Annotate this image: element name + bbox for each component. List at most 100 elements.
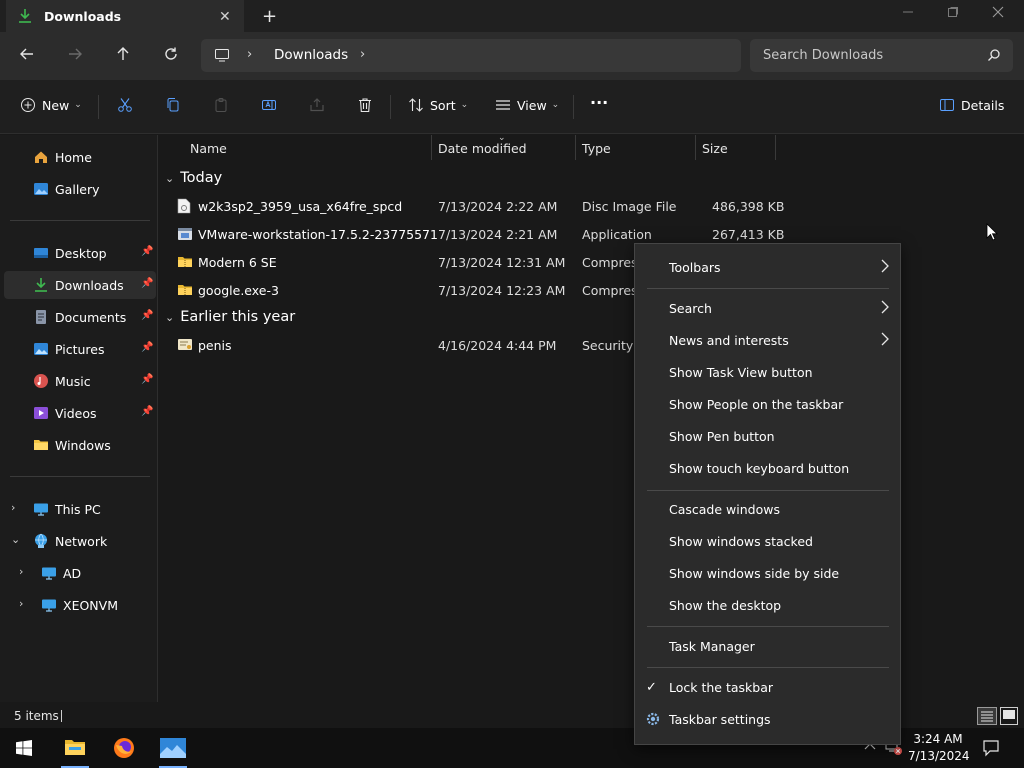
chevron-right-icon[interactable]: › xyxy=(11,501,15,514)
menu-item-windows-side-by-side[interactable]: Show windows side by side xyxy=(635,558,900,588)
taskbar-app-window[interactable] xyxy=(153,728,193,768)
menu-item-label: Task Manager xyxy=(669,639,755,654)
share-icon[interactable] xyxy=(309,97,325,113)
sidebar-item-documents[interactable]: Documents 📌 xyxy=(4,303,156,331)
pin-icon[interactable]: 📌 xyxy=(141,406,153,417)
new-button[interactable]: New ⌄ xyxy=(20,97,82,113)
file-row[interactable]: w2k3sp2_3959_usa_x64fre_spcd 7/13/2024 2… xyxy=(159,193,1024,219)
close-window-icon[interactable] xyxy=(992,6,1004,18)
more-options-icon[interactable]: ··· xyxy=(590,93,608,112)
pin-icon[interactable]: 📌 xyxy=(141,374,153,385)
address-bar[interactable]: › Downloads › xyxy=(201,39,741,72)
menu-item-show-touch-keyboard[interactable]: Show touch keyboard button xyxy=(635,453,900,483)
home-icon xyxy=(33,149,49,165)
paste-icon[interactable] xyxy=(213,97,229,113)
back-arrow-icon[interactable] xyxy=(19,46,35,62)
minimize-icon[interactable] xyxy=(902,6,914,18)
menu-item-label: Show People on the taskbar xyxy=(669,397,844,412)
menu-item-show-people[interactable]: Show People on the taskbar xyxy=(635,389,900,419)
clock-date: 7/13/2024 xyxy=(908,749,970,763)
menu-item-search[interactable]: Search xyxy=(635,293,900,323)
system-clock[interactable]: 3:24 AM 7/13/2024 xyxy=(908,731,970,765)
sidebar-item-xeonvm[interactable]: › XEONVM xyxy=(12,591,164,619)
sidebar-item-videos[interactable]: Videos 📌 xyxy=(4,399,156,427)
taskbar-file-explorer[interactable] xyxy=(55,728,95,768)
view-button[interactable]: View ⌄ xyxy=(495,97,559,113)
menu-item-show-desktop[interactable]: Show the desktop xyxy=(635,590,900,620)
menu-item-taskbar-settings[interactable]: Taskbar settings xyxy=(635,704,900,734)
action-center-icon[interactable] xyxy=(982,739,1000,757)
column-divider[interactable] xyxy=(575,135,576,160)
sidebar-item-label: Pictures xyxy=(55,342,105,357)
rename-icon[interactable] xyxy=(261,97,277,113)
cut-icon[interactable] xyxy=(117,97,133,113)
menu-item-toolbars[interactable]: Toolbars xyxy=(635,252,900,282)
breadcrumb-downloads[interactable]: Downloads xyxy=(274,47,348,63)
sidebar-item-home[interactable]: Home xyxy=(4,143,156,171)
sidebar-item-windows[interactable]: Windows xyxy=(4,431,156,459)
group-header-earlier[interactable]: ⌄ Earlier this year xyxy=(165,309,295,325)
application-icon xyxy=(177,226,193,242)
up-arrow-icon[interactable] xyxy=(115,46,131,62)
chevron-right-icon[interactable]: › xyxy=(360,47,365,62)
sidebar-item-ad[interactable]: › AD xyxy=(12,559,164,587)
column-header-name[interactable]: Name xyxy=(190,141,227,156)
menu-item-windows-stacked[interactable]: Show windows stacked xyxy=(635,526,900,556)
chevron-right-icon[interactable]: › xyxy=(19,565,23,578)
menu-item-task-manager[interactable]: Task Manager xyxy=(635,631,900,661)
divider xyxy=(573,95,574,119)
column-header-size[interactable]: Size xyxy=(702,141,728,156)
sidebar-item-music[interactable]: Music 📌 xyxy=(4,367,156,395)
tab-downloads[interactable]: Downloads ✕ xyxy=(6,0,244,32)
delete-icon[interactable] xyxy=(357,97,373,113)
zip-folder-icon xyxy=(177,282,193,298)
sidebar-item-pictures[interactable]: Pictures 📌 xyxy=(4,335,156,363)
new-tab-button[interactable]: + xyxy=(262,6,277,27)
refresh-icon[interactable] xyxy=(163,46,179,62)
menu-item-news-and-interests[interactable]: News and interests xyxy=(635,325,900,355)
sidebar-item-downloads[interactable]: Downloads 📌 xyxy=(4,271,156,299)
close-tab-icon[interactable]: ✕ xyxy=(219,9,231,25)
group-header-today[interactable]: ⌄ Today xyxy=(165,170,222,186)
start-button[interactable] xyxy=(4,728,44,768)
maximize-icon[interactable] xyxy=(947,6,959,18)
copy-icon[interactable] xyxy=(165,97,181,113)
sidebar-item-gallery[interactable]: Gallery xyxy=(4,175,156,203)
menu-item-label: Show windows stacked xyxy=(669,534,813,549)
tiles-view-icon[interactable] xyxy=(1000,707,1018,725)
sort-label: Sort xyxy=(430,97,456,113)
menu-item-label: Show the desktop xyxy=(669,598,782,613)
chevron-down-icon[interactable]: ⌄ xyxy=(11,533,20,546)
column-divider[interactable] xyxy=(695,135,696,160)
chevron-right-icon[interactable]: › xyxy=(19,597,23,610)
menu-item-lock-taskbar[interactable]: ✓ Lock the taskbar xyxy=(635,672,900,702)
pin-icon[interactable]: 📌 xyxy=(141,278,153,289)
file-size: 486,398 KB xyxy=(712,199,785,214)
navigation-bar: › Downloads › Search Downloads xyxy=(0,32,1024,80)
column-divider[interactable] xyxy=(775,135,776,160)
pin-icon[interactable]: 📌 xyxy=(141,310,153,321)
pin-icon[interactable]: 📌 xyxy=(141,342,153,353)
sidebar-item-this-pc[interactable]: › This PC xyxy=(4,495,156,523)
firefox-icon xyxy=(113,737,135,759)
divider xyxy=(390,95,391,119)
details-button[interactable]: Details xyxy=(939,97,1004,113)
pin-icon[interactable]: 📌 xyxy=(141,246,153,257)
menu-item-show-pen[interactable]: Show Pen button xyxy=(635,421,900,451)
forward-arrow-icon[interactable] xyxy=(67,46,83,62)
details-view-icon[interactable] xyxy=(977,707,997,725)
sort-button[interactable]: Sort ⌄ xyxy=(408,97,468,113)
sidebar-item-desktop[interactable]: Desktop 📌 xyxy=(4,239,156,267)
new-label: New xyxy=(42,97,70,113)
search-input[interactable]: Search Downloads xyxy=(750,39,1013,72)
menu-item-cascade-windows[interactable]: Cascade windows xyxy=(635,494,900,524)
taskbar-firefox[interactable] xyxy=(104,728,144,768)
column-header-type[interactable]: Type xyxy=(582,141,611,156)
menu-item-show-task-view[interactable]: Show Task View button xyxy=(635,357,900,387)
gallery-icon xyxy=(33,181,49,197)
column-divider[interactable] xyxy=(431,135,432,160)
column-header-date[interactable]: Date modified xyxy=(438,141,527,156)
chevron-right-icon[interactable]: › xyxy=(247,47,252,62)
sidebar-item-network[interactable]: ⌄ Network xyxy=(4,527,156,555)
file-name: Modern 6 SE xyxy=(198,255,277,270)
